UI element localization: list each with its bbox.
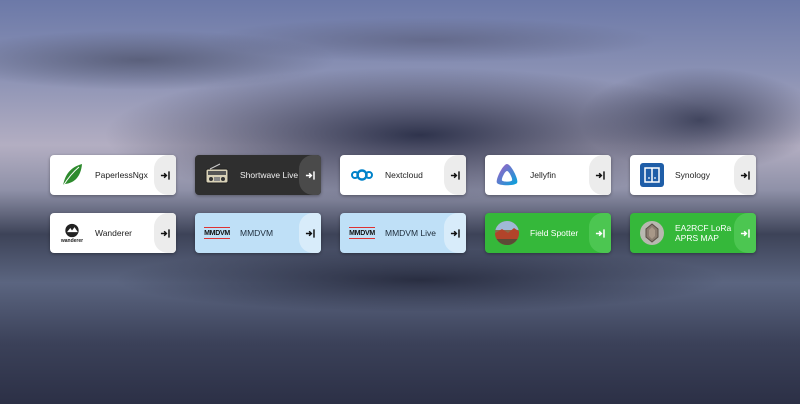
tile-ea2rcf-lora-aprs-map[interactable]: EA2RCF LoRa APRS MAP <box>630 213 756 253</box>
water-reflection <box>0 250 800 330</box>
launch-icon[interactable] <box>299 155 321 195</box>
jellyfin-icon <box>494 162 520 188</box>
launch-icon[interactable] <box>154 213 176 253</box>
radio-icon <box>204 162 230 188</box>
tile-wanderer[interactable]: wanderer Wanderer <box>50 213 176 253</box>
launch-icon[interactable] <box>589 155 611 195</box>
launch-icon[interactable] <box>734 155 756 195</box>
tile-field-spotter[interactable]: Field Spotter <box>485 213 611 253</box>
synology-icon <box>639 162 665 188</box>
launch-icon[interactable] <box>154 155 176 195</box>
field-photo-icon <box>494 220 520 246</box>
leaf-icon <box>59 162 85 188</box>
wanderer-icon: wanderer <box>59 220 85 246</box>
mmdvm-icon: MMDVM <box>349 220 375 246</box>
tile-nextcloud[interactable]: Nextcloud <box>340 155 466 195</box>
tile-jellyfin[interactable]: Jellyfin <box>485 155 611 195</box>
lora-avatar-icon <box>639 220 665 246</box>
launch-icon[interactable] <box>444 213 466 253</box>
tile-paperlessngx[interactable]: PaperlessNgx <box>50 155 176 195</box>
tile-mmdvm-live[interactable]: MMDVM MMDVM Live <box>340 213 466 253</box>
launch-icon[interactable] <box>299 213 321 253</box>
tile-shortwave-live[interactable]: Shortwave Live <box>195 155 321 195</box>
launch-icon[interactable] <box>444 155 466 195</box>
launch-icon[interactable] <box>734 213 756 253</box>
tile-synology[interactable]: Synology <box>630 155 756 195</box>
launch-icon[interactable] <box>589 213 611 253</box>
tile-mmdvm[interactable]: MMDVM MMDVM <box>195 213 321 253</box>
mmdvm-icon: MMDVM <box>204 220 230 246</box>
nextcloud-icon <box>349 162 375 188</box>
